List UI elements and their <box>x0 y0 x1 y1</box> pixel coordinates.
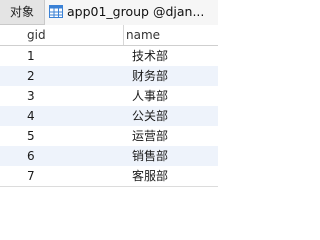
column-header-gid[interactable]: gid <box>27 25 46 45</box>
table-row[interactable]: 2 财务部 <box>0 66 218 86</box>
table-row[interactable]: 5 运营部 <box>0 126 218 146</box>
cell-name[interactable]: 技术部 <box>132 46 168 66</box>
cell-gid[interactable]: 7 <box>27 166 35 186</box>
cell-gid[interactable]: 6 <box>27 146 35 166</box>
table-row[interactable]: 7 客服部 <box>0 166 218 186</box>
cell-name[interactable]: 销售部 <box>132 146 168 166</box>
cell-gid[interactable]: 3 <box>27 86 35 106</box>
cell-name[interactable]: 公关部 <box>132 106 168 126</box>
table-row[interactable]: 6 销售部 <box>0 146 218 166</box>
table-row[interactable]: 3 人事部 <box>0 86 218 106</box>
cell-gid[interactable]: 5 <box>27 126 35 146</box>
column-header-name[interactable]: name <box>126 25 160 45</box>
tab-bar: 对象 app01_group @djan... <box>0 0 218 25</box>
grid-header: gid name <box>0 25 218 46</box>
tab-objects[interactable]: 对象 <box>0 0 45 24</box>
cell-name[interactable]: 人事部 <box>132 86 168 106</box>
tab-app01-group[interactable]: app01_group @djan... <box>45 0 218 25</box>
cell-gid[interactable]: 4 <box>27 106 35 126</box>
table-icon <box>49 5 63 18</box>
cell-name[interactable]: 客服部 <box>132 166 168 186</box>
data-grid: gid name 1 技术部 2 财务部 3 人事部 4 公关部 5 运营部 6… <box>0 25 218 186</box>
cell-gid[interactable]: 2 <box>27 66 35 86</box>
table-row[interactable]: 1 技术部 <box>0 46 218 66</box>
column-divider[interactable] <box>123 25 124 45</box>
cell-gid[interactable]: 1 <box>27 46 35 66</box>
tab-title: app01_group @djan... <box>67 4 205 19</box>
table-row[interactable]: 4 公关部 <box>0 106 218 126</box>
cell-name[interactable]: 运营部 <box>132 126 168 146</box>
grid-bottom-divider <box>0 186 218 187</box>
cell-name[interactable]: 财务部 <box>132 66 168 86</box>
